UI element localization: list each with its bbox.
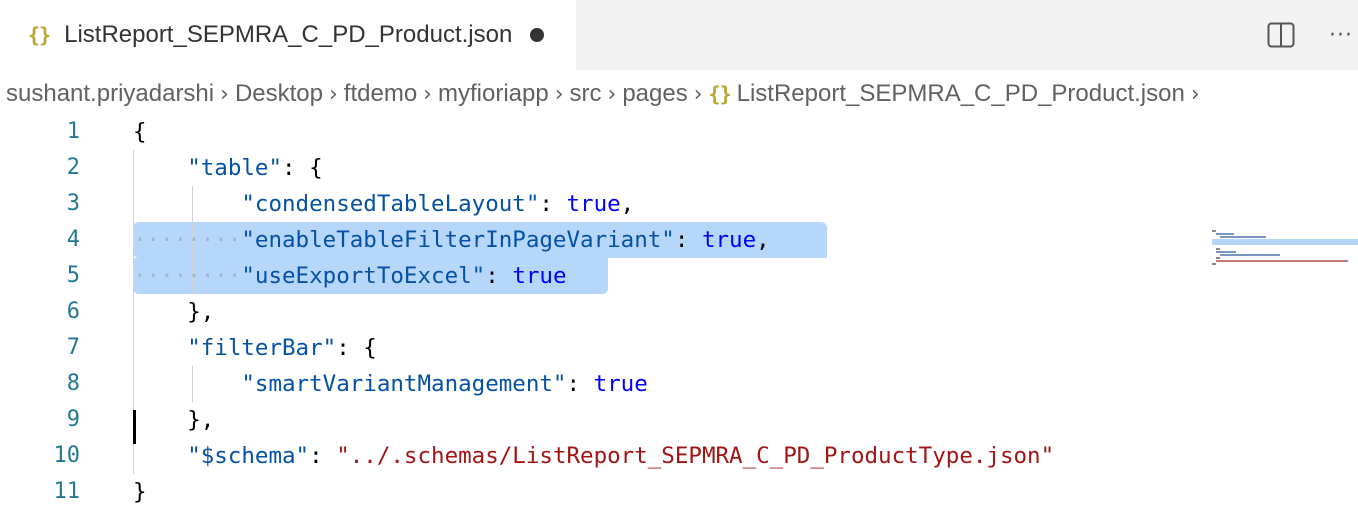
json-key: "enableTableFilterInPageVariant"	[241, 227, 675, 253]
json-keyword: true	[566, 191, 621, 217]
breadcrumb: sushant.priyadarshi › Desktop › ftdemo ›…	[0, 74, 1358, 114]
minimap-line	[1216, 251, 1236, 253]
json-punctuation: :	[539, 191, 567, 217]
code-text: "condensedTableLayout": true,	[133, 186, 634, 222]
json-key: "filterBar"	[187, 335, 337, 361]
minimap-line	[1216, 260, 1348, 262]
whitespace-marker: ········	[133, 227, 242, 253]
line-number: 10	[53, 443, 81, 468]
chevron-right-icon: ›	[220, 81, 229, 107]
chevron-right-icon: ›	[423, 81, 432, 107]
text-cursor	[133, 410, 136, 444]
chevron-right-icon: ›	[1190, 81, 1200, 107]
json-punctuation: ,	[620, 191, 635, 217]
code-line[interactable]: 5 ········"useExportToExcel": true	[0, 258, 1358, 294]
minimap-line	[1212, 263, 1216, 265]
json-keyword: true	[593, 371, 648, 397]
code-line[interactable]: 8 "smartVariantManagement": true	[0, 366, 1358, 402]
code-text: },	[133, 402, 214, 438]
json-punctuation: },	[187, 407, 215, 433]
minimap[interactable]	[1208, 228, 1358, 288]
more-actions-button[interactable]: ···	[1326, 20, 1356, 50]
json-punctuation: :	[309, 443, 337, 469]
line-number: 7	[66, 335, 80, 360]
code-text: "table": {	[133, 150, 323, 186]
json-key: "table"	[187, 155, 283, 181]
json-key: "smartVariantManagement"	[241, 371, 567, 397]
minimap-line	[1216, 248, 1220, 250]
json-key: "$schema"	[187, 443, 310, 469]
code-text: "smartVariantManagement": true	[133, 366, 648, 402]
line-number: 9	[66, 407, 80, 432]
json-punctuation: }	[133, 479, 147, 505]
minimap-line	[1216, 233, 1234, 235]
breadcrumb-item[interactable]: ftdemo	[344, 80, 417, 108]
chevron-right-icon: ›	[693, 81, 703, 107]
code-text: "$schema": "../.schemas/ListReport_SEPMR…	[133, 438, 1054, 474]
code-line[interactable]: 9 },	[0, 402, 1358, 438]
json-punctuation: {	[133, 119, 147, 145]
code-text: ········"useExportToExcel": true	[133, 258, 567, 294]
breadcrumb-item[interactable]: src	[570, 80, 602, 108]
line-number: 1	[66, 119, 80, 144]
json-punctuation: :	[674, 227, 702, 253]
tab-title: ListReport_SEPMRA_C_PD_Product.json	[64, 21, 513, 48]
minimap-line	[1220, 254, 1280, 256]
code-line[interactable]: 10 "$schema": "../.schemas/ListReport_SE…	[0, 438, 1358, 474]
minimap-line	[1212, 230, 1216, 232]
chevron-right-icon: ›	[607, 81, 617, 107]
code-text: }	[133, 474, 147, 510]
breadcrumb-item[interactable]: pages	[622, 80, 687, 108]
json-punctuation: :	[485, 263, 513, 289]
json-punctuation: : {	[336, 335, 377, 361]
json-keyword: true	[701, 227, 757, 253]
line-number: 4	[66, 227, 80, 252]
line-number: 3	[66, 191, 80, 216]
code-line[interactable]: 1{	[0, 114, 1358, 150]
line-number: 8	[66, 371, 80, 396]
minimap-line	[1220, 236, 1266, 238]
code-text: ········"enableTableFilterInPageVariant"…	[133, 222, 770, 258]
json-punctuation: ,	[756, 227, 770, 253]
minimap-line	[1212, 239, 1358, 245]
breadcrumb-file[interactable]: ListReport_SEPMRA_C_PD_Product.json	[737, 80, 1185, 108]
breadcrumb-item[interactable]: sushant.priyadarshi	[0, 80, 214, 108]
json-key: "useExportToExcel"	[241, 263, 486, 289]
code-line[interactable]: 6 },	[0, 294, 1358, 330]
json-file-icon: {}	[28, 23, 51, 47]
chevron-right-icon: ›	[328, 81, 338, 107]
code-text: "filterBar": {	[133, 330, 377, 366]
code-line[interactable]: 7 "filterBar": {	[0, 330, 1358, 366]
line-number: 11	[53, 479, 81, 504]
editor-tab-bar: {} ListReport_SEPMRA_C_PD_Product.json ·…	[0, 0, 1358, 70]
line-number: 6	[66, 299, 80, 324]
json-punctuation: },	[187, 299, 215, 325]
code-text: {	[133, 114, 147, 150]
json-string: "../.schemas/ListReport_SEPMRA_C_PD_Prod…	[336, 443, 1055, 469]
line-number: 2	[66, 155, 80, 180]
whitespace-marker: ········	[133, 263, 242, 289]
code-line[interactable]: 11}	[0, 474, 1358, 510]
json-key: "condensedTableLayout"	[241, 191, 540, 217]
code-line[interactable]: 3 "condensedTableLayout": true,	[0, 186, 1358, 222]
minimap-line	[1216, 257, 1220, 259]
code-text: },	[133, 294, 214, 330]
code-line[interactable]: 4 ········"enableTableFilterInPageVariant…	[0, 222, 1358, 258]
code-line[interactable]: 2 "table": {	[0, 150, 1358, 186]
editor-tab-active[interactable]: {} ListReport_SEPMRA_C_PD_Product.json	[0, 0, 576, 70]
line-number: 5	[66, 263, 80, 288]
json-punctuation: : {	[282, 155, 323, 181]
breadcrumb-item[interactable]: Desktop	[235, 80, 323, 108]
json-keyword: true	[512, 263, 567, 289]
code-editor[interactable]: 1{2 "table": {3 "condensedTableLayout": …	[0, 114, 1358, 516]
json-file-icon: {}	[708, 82, 732, 106]
split-editor-icon	[1267, 22, 1295, 48]
chevron-right-icon: ›	[554, 81, 564, 107]
split-editor-button[interactable]	[1266, 20, 1296, 50]
unsaved-dot-icon[interactable]	[530, 28, 545, 42]
breadcrumb-item[interactable]: myfioriapp	[438, 80, 549, 108]
json-punctuation: :	[566, 371, 594, 397]
